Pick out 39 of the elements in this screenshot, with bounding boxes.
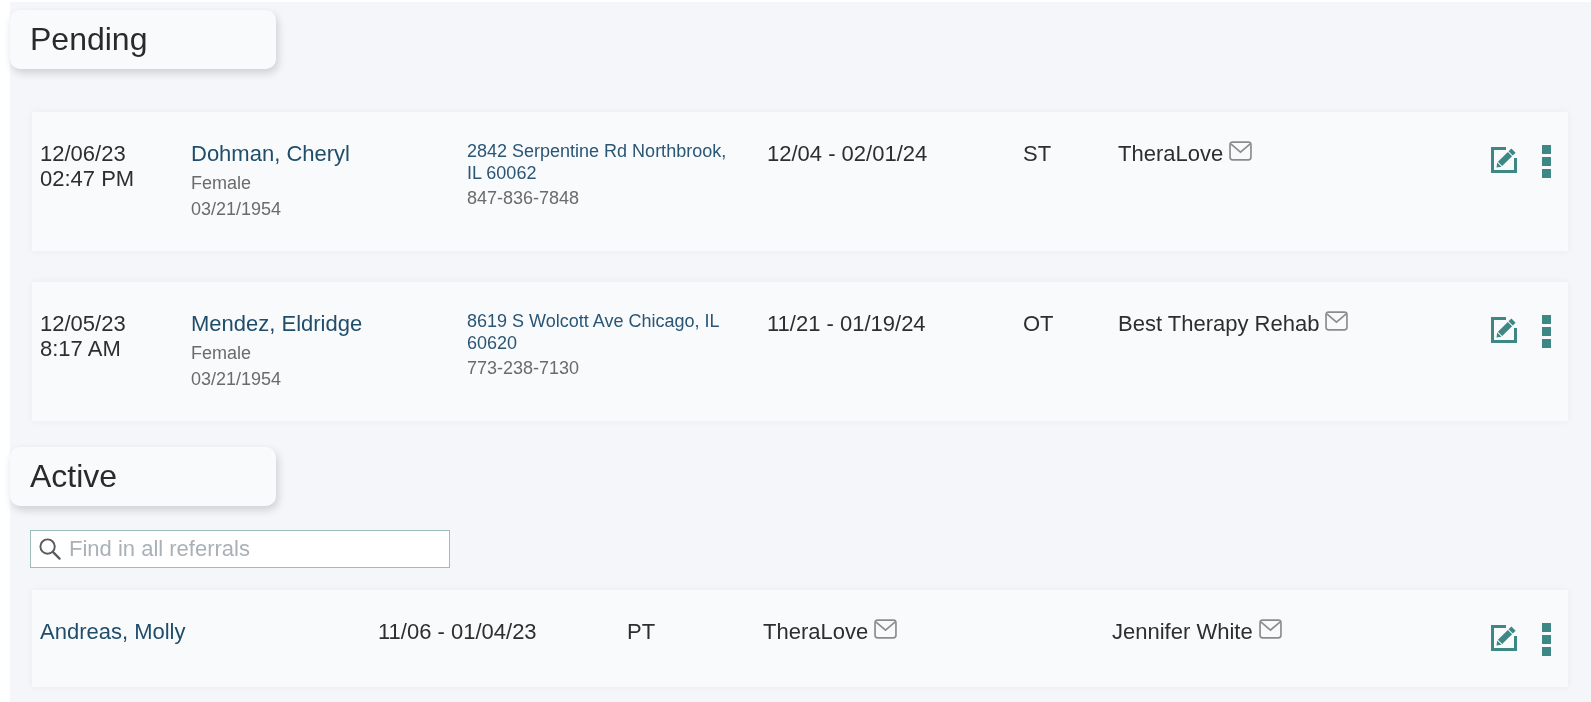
patient-sex: Female	[191, 172, 252, 195]
search-field[interactable]: Find in all referrals	[30, 530, 450, 568]
patient-name-link[interactable]: Mendez, Eldridge	[191, 311, 363, 336]
phone-number: 847-836-7848	[467, 187, 580, 209]
edit-icon[interactable]	[1489, 315, 1519, 345]
agency-name: TheraLove	[1118, 141, 1224, 166]
edit-icon[interactable]	[1489, 145, 1519, 175]
discipline-code: PT	[627, 619, 656, 644]
mail-icon[interactable]	[1258, 619, 1282, 639]
birth-date: 03/21/1954	[191, 198, 282, 221]
discipline-code: ST	[1023, 141, 1052, 166]
phone-number: 773-238-7130	[467, 357, 580, 379]
patient-name-link[interactable]: Dohman, Cheryl	[191, 141, 350, 166]
birth-date: 03/21/1954	[191, 368, 282, 391]
address-link[interactable]: 2842 Serpentine Rd Northbrook, IL 60062	[467, 141, 735, 184]
kebab-menu-icon[interactable]	[1542, 145, 1551, 178]
discipline-code: OT	[1023, 311, 1054, 336]
referral-dates: 11/06 - 01/04/23	[378, 619, 537, 644]
received-date: 12/06/23	[40, 141, 126, 166]
kebab-menu-icon[interactable]	[1542, 623, 1551, 656]
section-title: Active	[10, 447, 276, 506]
received-time: 02:47 PM	[40, 166, 135, 191]
patient-sex: Female	[191, 342, 252, 365]
received-date: 12/05/23	[40, 311, 126, 336]
mail-icon[interactable]	[1229, 141, 1253, 161]
kebab-menu-icon[interactable]	[1542, 315, 1551, 348]
received-time: 8:17 AM	[40, 336, 121, 361]
address-link[interactable]: 8619 S Wolcott Ave Chicago, IL 60620	[467, 311, 735, 354]
edit-icon[interactable]	[1489, 623, 1519, 653]
referral-dates: 11/21 - 01/19/24	[767, 311, 926, 336]
agency-name: Best Therapy Rehab	[1118, 311, 1320, 336]
mail-icon[interactable]	[874, 619, 898, 639]
clinician-name: Jennifer White	[1112, 619, 1253, 644]
section-title: Pending	[10, 10, 276, 69]
referral-dates: 12/04 - 02/01/24	[767, 141, 928, 166]
search-icon	[38, 537, 61, 560]
agency-name: TheraLove	[763, 619, 869, 644]
patient-name-link[interactable]: Andreas, Molly	[40, 619, 186, 644]
mail-icon[interactable]	[1325, 311, 1349, 331]
